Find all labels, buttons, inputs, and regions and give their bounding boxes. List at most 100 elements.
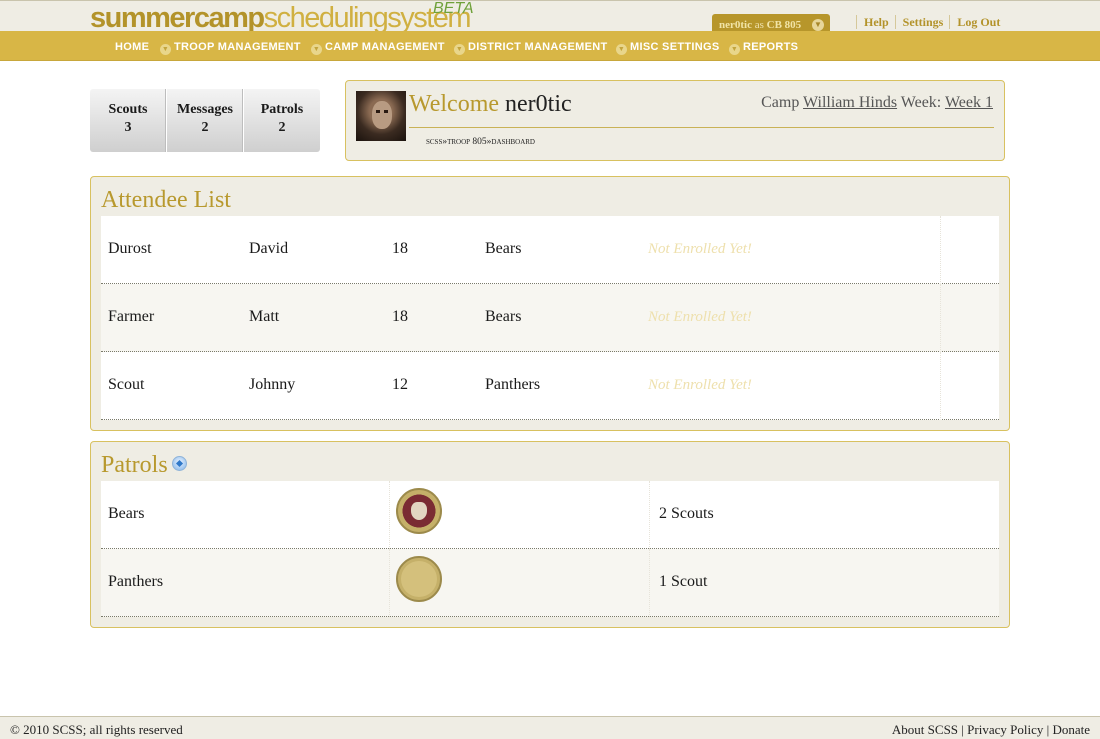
app-logo[interactable]: summercampschedulingsystem BETA: [90, 1, 474, 34]
stat-messages-label: Messages: [177, 102, 233, 117]
chevron-down-icon: ▼: [616, 44, 627, 55]
logo-text-summercamp: summercamp: [90, 2, 265, 34]
footer-separator: |: [961, 722, 964, 737]
top-links: Help Settings Log Out: [856, 15, 1007, 30]
attendee-last-name: Durost: [108, 240, 152, 257]
nav-district-management-label: DISTRICT MANAGEMENT: [468, 41, 608, 53]
nav-home[interactable]: HOME: [115, 41, 149, 53]
breadcrumb: scss»troop 805»dashboard: [426, 137, 535, 147]
main-nav: HOME ▼ TROOP MANAGEMENT ▼ CAMP MANAGEMENT …: [0, 31, 1100, 61]
column-divider: [940, 284, 941, 352]
stat-patrols[interactable]: Patrols 2: [244, 89, 320, 152]
welcome-box: Welcome ner0tic Camp William Hinds Week:…: [345, 80, 1005, 161]
attendee-first-name: Matt: [249, 308, 280, 325]
attendee-first-name: David: [249, 240, 289, 257]
nav-troop-management[interactable]: ▼ TROOP MANAGEMENT: [160, 41, 301, 55]
nav-misc-settings-label: MISC SETTINGS: [630, 41, 720, 53]
attendee-status: Not Enrolled Yet!: [648, 309, 752, 325]
donate-link[interactable]: Donate: [1052, 722, 1090, 737]
week-label: Week:: [900, 94, 942, 111]
stat-scouts-count: 3: [124, 120, 132, 135]
patrols-panel: Patrols Bears 2 Scouts Panthers 1 Scout: [90, 441, 1010, 628]
nav-troop-management-label: TROOP MANAGEMENT: [174, 41, 301, 53]
welcome-heading: Welcome ner0tic: [409, 90, 572, 118]
help-link[interactable]: Help: [856, 15, 895, 29]
attendee-patrol: Panthers: [485, 376, 541, 393]
nav-misc-settings[interactable]: ▼ MISC SETTINGS: [616, 41, 719, 55]
nav-district-management[interactable]: ▼ DISTRICT MANAGEMENT: [454, 41, 608, 55]
nav-camp-management[interactable]: ▼ CAMP MANAGEMENT: [311, 41, 445, 55]
stat-scouts-label: Scouts: [108, 102, 148, 117]
attendee-status: Not Enrolled Yet!: [648, 377, 752, 393]
column-divider: [649, 549, 650, 617]
patrol-scout-count: 1 Scout: [659, 573, 708, 590]
top-bar: summercampschedulingsystem BETA ner0tic …: [0, 0, 1100, 36]
stat-patrols-label: Patrols: [260, 102, 304, 117]
week-link[interactable]: Week 1: [945, 94, 993, 111]
table-row[interactable]: Panthers 1 Scout: [101, 549, 999, 617]
copyright-text: © 2010 SCSS; all rights reserved: [10, 722, 183, 737]
camp-label: Camp: [761, 94, 800, 111]
avatar-eye: [376, 110, 380, 113]
column-divider: [940, 352, 941, 420]
column-divider: [940, 216, 941, 284]
user-as-label: as: [754, 19, 764, 31]
nav-home-label: HOME: [115, 41, 150, 53]
welcome-username: ner0tic: [505, 91, 572, 117]
stat-scouts[interactable]: Scouts 3: [90, 89, 167, 152]
chevron-down-icon: ▼: [311, 44, 322, 55]
column-divider: [389, 549, 390, 617]
camp-name-link[interactable]: William Hinds: [803, 94, 897, 111]
chevron-down-icon: ▼: [729, 44, 740, 55]
blank-patch-icon: [396, 556, 442, 602]
avatar-face: [372, 101, 392, 129]
footer-separator: |: [1046, 722, 1050, 737]
attendee-last-name: Farmer: [108, 308, 155, 325]
attendee-patrol: Bears: [485, 308, 522, 325]
table-row[interactable]: Bears 2 Scouts: [101, 481, 999, 549]
patrols-heading: Patrols: [101, 451, 187, 479]
stat-messages-count: 2: [201, 120, 209, 135]
add-patrol-icon[interactable]: [171, 456, 187, 471]
attendee-age: 18: [392, 308, 408, 325]
avatar-eye: [384, 110, 388, 113]
attendee-list-title: Attendee List: [101, 187, 231, 213]
bear-face-icon: [411, 502, 427, 520]
current-troop: CB 805: [766, 19, 802, 31]
attendee-age: 12: [392, 376, 408, 393]
stat-patrols-count: 2: [278, 120, 286, 135]
chevron-down-icon: ▼: [454, 44, 465, 55]
privacy-policy-link[interactable]: Privacy Policy: [967, 722, 1043, 737]
nav-reports[interactable]: ▼ REPORTS: [729, 41, 798, 55]
column-divider: [649, 481, 650, 549]
attendee-status: Not Enrolled Yet!: [648, 241, 752, 257]
table-row[interactable]: Farmer Matt 18 Bears Not Enrolled Yet!: [101, 284, 999, 352]
attendee-list-panel: Attendee List Durost David 18 Bears Not …: [90, 176, 1010, 431]
avatar: [356, 91, 406, 141]
column-divider: [389, 481, 390, 549]
divider: [409, 127, 994, 128]
patrol-scout-count: 2 Scouts: [659, 505, 714, 522]
beta-badge: BETA: [433, 0, 474, 17]
bear-patch-icon: [396, 488, 442, 534]
attendee-patrol: Bears: [485, 240, 522, 257]
stat-messages[interactable]: Messages 2: [167, 89, 244, 152]
table-row[interactable]: Scout Johnny 12 Panthers Not Enrolled Ye…: [101, 352, 999, 420]
patrol-name: Panthers: [108, 573, 164, 590]
footer-links: About SCSS | Privacy Policy | Donate: [892, 717, 1090, 739]
chevron-down-icon[interactable]: ▼: [812, 19, 824, 31]
nav-camp-management-label: CAMP MANAGEMENT: [325, 41, 445, 53]
camp-info: Camp William Hinds Week: Week 1: [761, 94, 993, 112]
about-link[interactable]: About SCSS: [892, 722, 958, 737]
attendee-age: 18: [392, 240, 408, 257]
patrols-title: Patrols: [101, 452, 168, 478]
welcome-greeting: Welcome: [409, 91, 500, 117]
logout-link[interactable]: Log Out: [949, 15, 1007, 29]
chevron-down-icon: ▼: [160, 44, 171, 55]
table-row[interactable]: Durost David 18 Bears Not Enrolled Yet!: [101, 216, 999, 284]
settings-link[interactable]: Settings: [894, 15, 950, 29]
patrol-name: Bears: [108, 505, 145, 522]
nav-reports-label: REPORTS: [743, 41, 799, 53]
current-user: ner0tic: [719, 19, 752, 31]
attendee-first-name: Johnny: [249, 376, 296, 393]
